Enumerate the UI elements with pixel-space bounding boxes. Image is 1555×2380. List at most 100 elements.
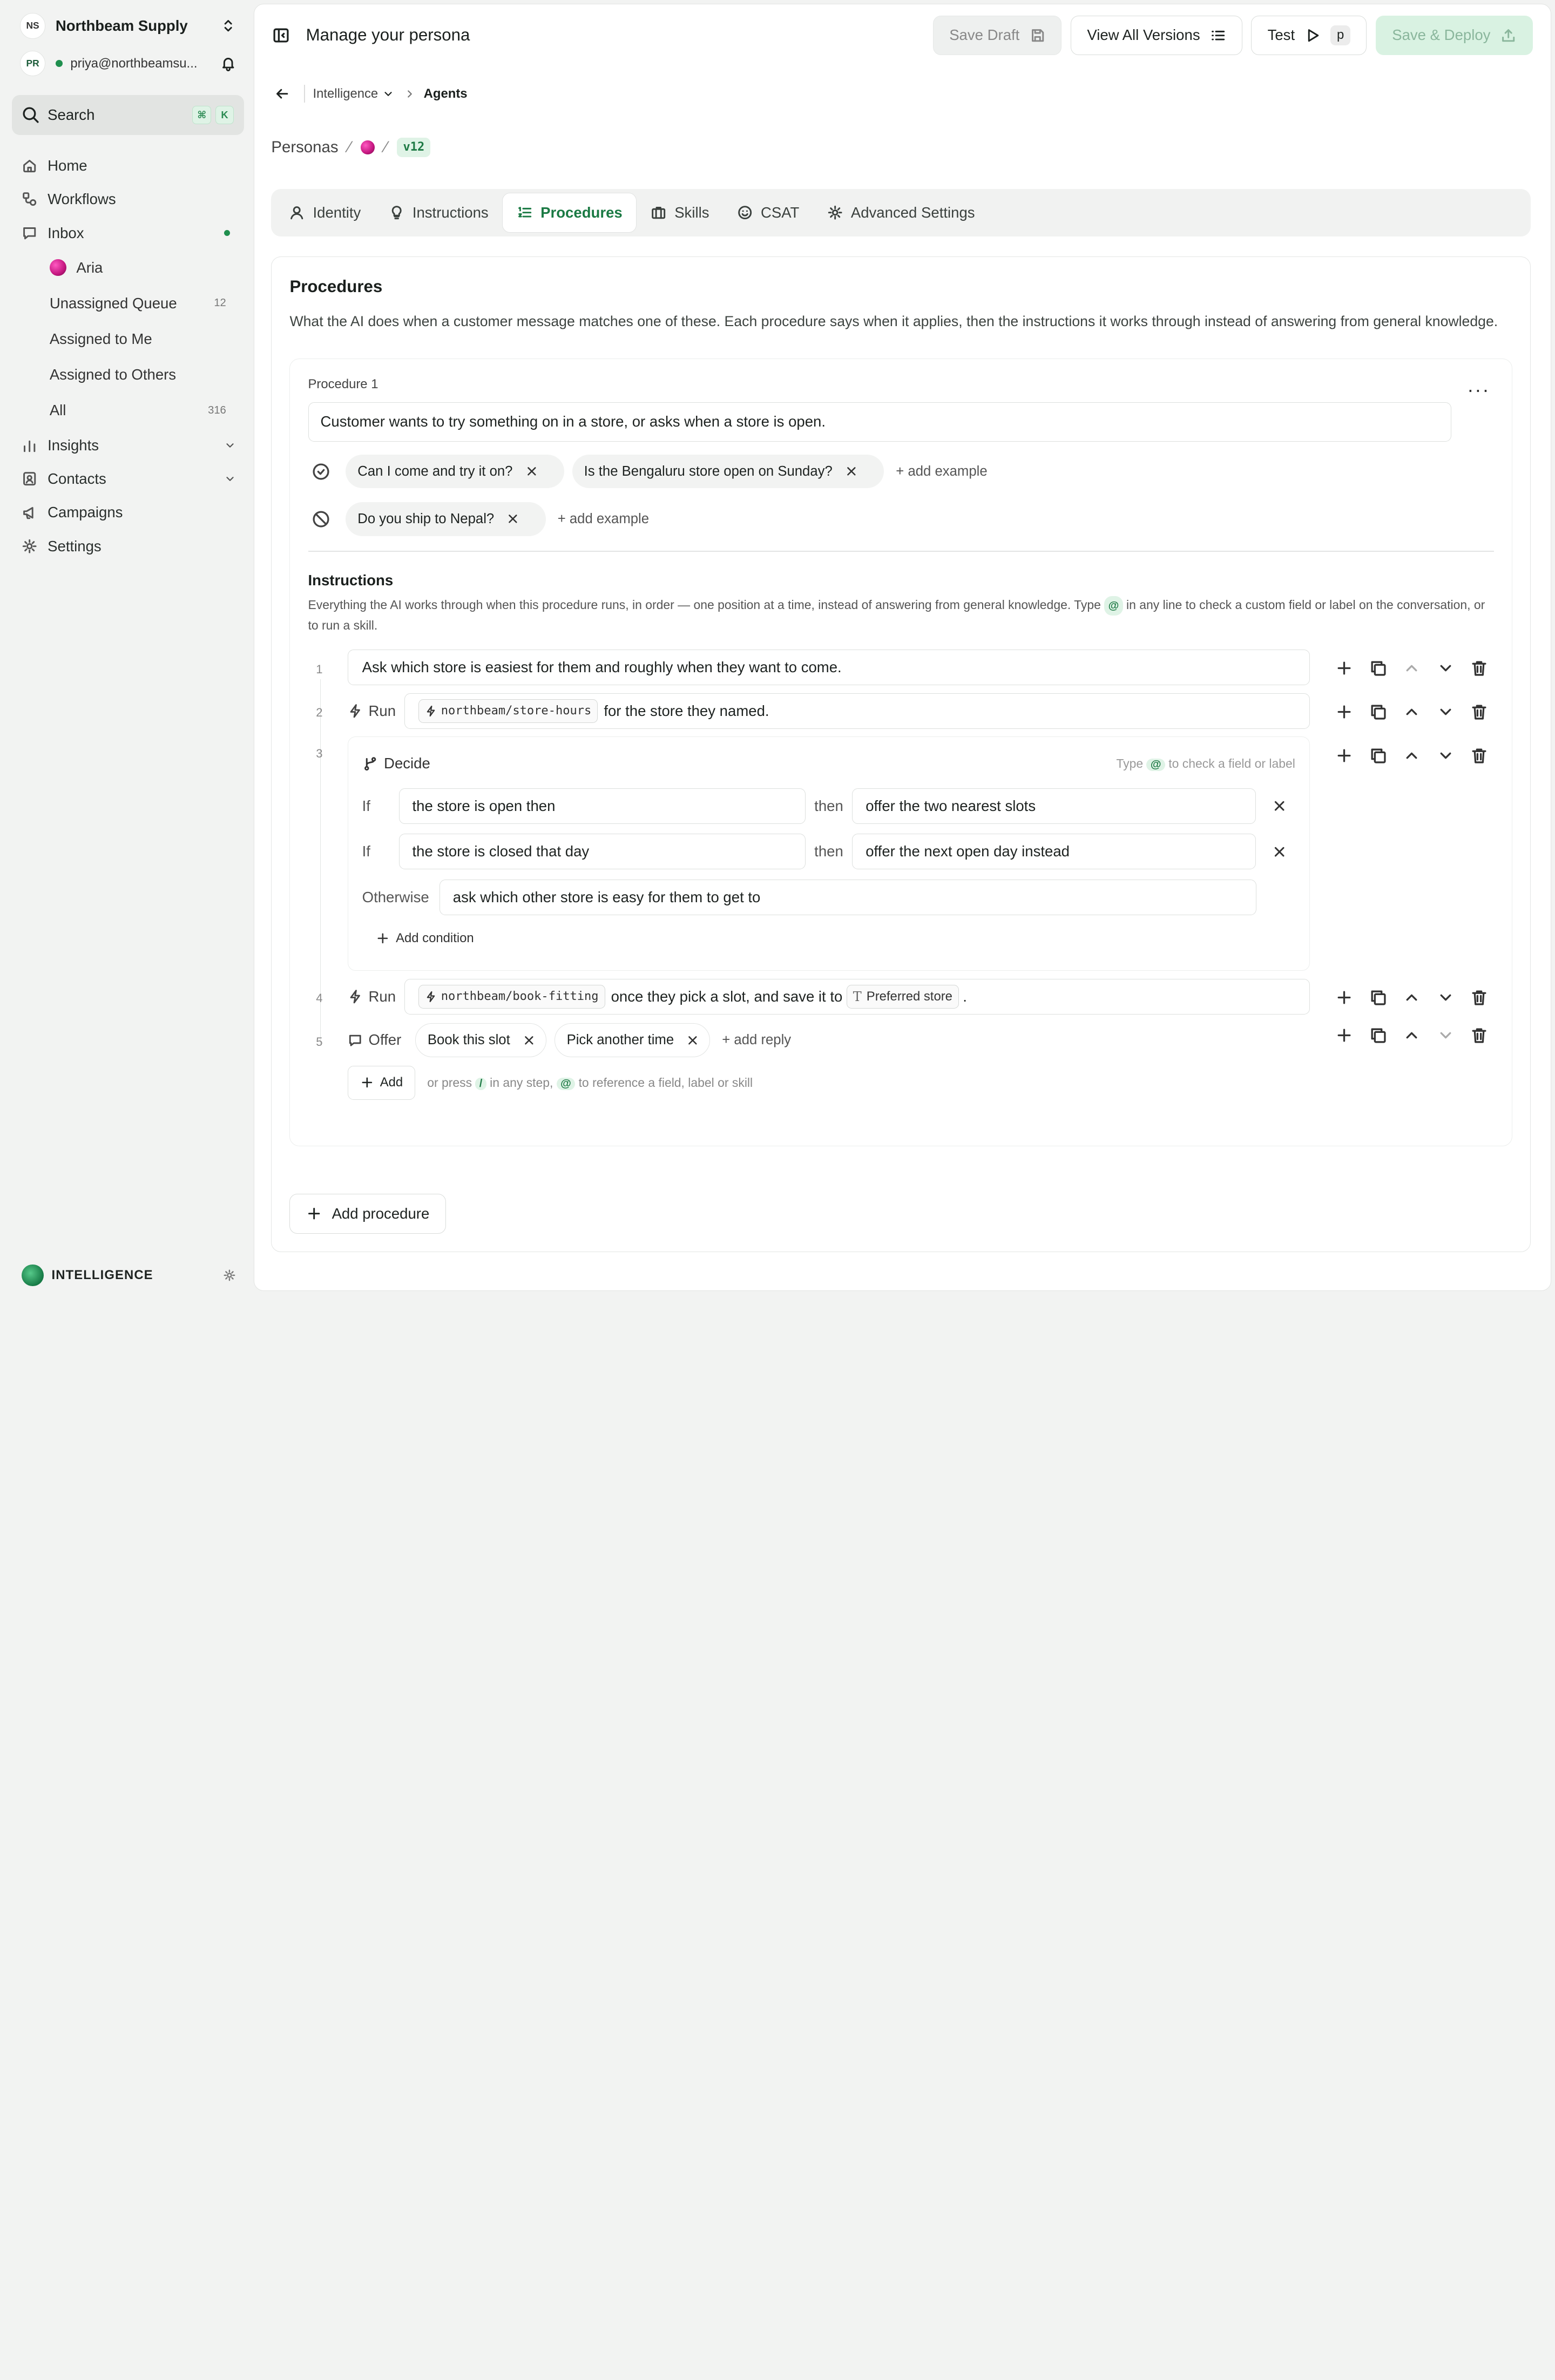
example-chip[interactable]: Do you ship to Nepal? xyxy=(346,502,546,536)
sidebar-item-home[interactable]: Home xyxy=(12,148,244,182)
search-button[interactable]: Search ⌘ K xyxy=(12,95,244,135)
user-menu[interactable]: PR priya@northbeamsu... xyxy=(12,48,244,79)
test-button[interactable]: Test p xyxy=(1251,15,1367,55)
duplicate-icon[interactable] xyxy=(1369,989,1387,1006)
run-step-input[interactable]: northbeam/store-hours for the store they… xyxy=(404,693,1310,729)
add-step-button[interactable]: Add xyxy=(347,1066,416,1100)
otherwise-input[interactable]: ask which other store is easy for them t… xyxy=(439,879,1257,915)
step-number: 4 xyxy=(316,991,323,1005)
close-icon[interactable] xyxy=(1272,798,1287,814)
procedures-card: Procedures What the AI does when a custo… xyxy=(271,256,1531,1252)
sidebar-item-campaigns[interactable]: Campaigns xyxy=(12,496,244,529)
plus-icon[interactable] xyxy=(1335,703,1353,721)
tab-instructions[interactable]: Instructions xyxy=(375,193,502,232)
add-reply-link[interactable]: + add reply xyxy=(722,1032,791,1048)
duplicate-icon[interactable] xyxy=(1369,747,1387,765)
add-condition-button[interactable]: Add condition xyxy=(376,931,1295,946)
skill-chip[interactable]: northbeam/store-hours xyxy=(418,699,598,723)
version-badge[interactable]: v12 xyxy=(397,137,431,157)
sidebar-item-label: Insights xyxy=(48,436,99,454)
sidebar-item-insights[interactable]: Insights xyxy=(12,428,244,462)
tab-csat[interactable]: CSAT xyxy=(723,193,813,232)
bell-icon[interactable] xyxy=(220,56,236,71)
view-versions-button[interactable]: View All Versions xyxy=(1070,15,1242,55)
chevron-up-icon[interactable] xyxy=(1403,659,1421,677)
inbox-item-assigned-to-me[interactable]: Assigned to Me xyxy=(12,321,244,357)
add-step-hint: or press / in any step, @ to reference a… xyxy=(427,1076,753,1090)
chevron-up-icon[interactable] xyxy=(1403,747,1421,765)
back-arrow-icon[interactable] xyxy=(274,86,290,102)
tab-identity[interactable]: Identity xyxy=(275,193,375,232)
more-options-icon[interactable]: ··· xyxy=(1467,380,1490,400)
trigger-input[interactable]: Customer wants to try something on in a … xyxy=(308,402,1452,442)
close-icon[interactable] xyxy=(844,464,858,478)
chevron-down-icon[interactable] xyxy=(1437,703,1455,721)
trash-icon[interactable] xyxy=(1470,747,1488,765)
save-deploy-button[interactable]: Save & Deploy xyxy=(1375,15,1533,55)
offer-row: Offer Book this slot Pick another time +… xyxy=(348,1022,1310,1058)
chevron-down-icon[interactable] xyxy=(1437,989,1455,1006)
condition-if-input[interactable]: the store is open then xyxy=(398,788,806,824)
reply-chip[interactable]: Pick another time xyxy=(554,1023,711,1057)
chevron-down-icon[interactable] xyxy=(1437,1026,1455,1044)
field-reference-chip[interactable]: T Preferred store xyxy=(846,984,959,1009)
add-example-link[interactable]: + add example xyxy=(896,464,987,479)
run-step-input[interactable]: northbeam/book-fitting once they pick a … xyxy=(404,978,1310,1015)
chevron-down-icon[interactable] xyxy=(1437,659,1455,677)
personas-link[interactable]: Personas xyxy=(271,138,338,157)
then-keyword: then xyxy=(814,797,843,814)
condition-then-input[interactable]: offer the two nearest slots xyxy=(852,788,1256,824)
duplicate-icon[interactable] xyxy=(1369,703,1387,721)
close-icon[interactable] xyxy=(506,512,520,526)
reply-chip[interactable]: Book this slot xyxy=(415,1023,546,1057)
save-draft-button[interactable]: Save Draft xyxy=(932,15,1062,55)
add-procedure-button[interactable]: Add procedure xyxy=(289,1194,446,1234)
section-title: Procedures xyxy=(289,276,383,296)
trash-icon[interactable] xyxy=(1470,989,1488,1006)
chevron-up-icon[interactable] xyxy=(1403,1026,1421,1044)
duplicate-icon[interactable] xyxy=(1369,659,1387,677)
sidebar-item-settings[interactable]: Settings xyxy=(12,530,244,563)
gear-icon[interactable] xyxy=(223,1269,236,1282)
example-chip[interactable]: Is the Bengaluru store open on Sunday? xyxy=(572,454,884,489)
close-icon[interactable] xyxy=(522,1033,536,1047)
hint-text: or press xyxy=(427,1075,472,1090)
sidebar-item-workflows[interactable]: Workflows xyxy=(12,182,244,216)
close-icon[interactable] xyxy=(525,464,539,478)
inbox-item-aria[interactable]: Aria xyxy=(12,250,244,286)
chevron-up-icon[interactable] xyxy=(1403,703,1421,721)
trash-icon[interactable] xyxy=(1470,659,1488,677)
skill-chip[interactable]: northbeam/book-fitting xyxy=(418,984,605,1009)
plus-icon[interactable] xyxy=(1335,659,1353,677)
close-icon[interactable] xyxy=(686,1033,700,1047)
tab-skills[interactable]: Skills xyxy=(637,193,723,232)
megaphone-icon xyxy=(23,506,34,519)
breadcrumb-section[interactable]: Intelligence xyxy=(313,86,378,102)
sidebar-toggle-icon[interactable] xyxy=(272,26,290,44)
step-text-input[interactable]: Ask which store is easiest for them and … xyxy=(347,649,1310,685)
inbox-item-all[interactable]: All 316 xyxy=(12,393,244,428)
inbox-item-assigned-to-others[interactable]: Assigned to Others xyxy=(12,357,244,393)
example-chip[interactable]: Can I come and try it on? xyxy=(346,454,564,489)
tab-procedures[interactable]: Procedures xyxy=(502,193,637,233)
org-switcher[interactable]: NS Northbeam Supply xyxy=(12,10,244,42)
chevron-up-icon[interactable] xyxy=(1403,989,1421,1006)
add-example-link[interactable]: + add example xyxy=(558,511,649,527)
condition-if-input[interactable]: the store is closed that day xyxy=(398,834,806,870)
trash-icon[interactable] xyxy=(1470,703,1488,721)
condition-then-input[interactable]: offer the next open day instead xyxy=(852,834,1256,870)
chevron-down-icon[interactable] xyxy=(1437,747,1455,765)
inbox-item-unassigned[interactable]: Unassigned Queue 12 xyxy=(12,286,244,321)
chevron-down-icon[interactable] xyxy=(382,88,394,100)
sidebar-item-contacts[interactable]: Contacts xyxy=(12,462,244,496)
sidebar-item-inbox[interactable]: Inbox xyxy=(12,216,244,249)
plus-icon[interactable] xyxy=(1335,989,1353,1006)
plus-icon[interactable] xyxy=(1335,1026,1353,1044)
trash-icon[interactable] xyxy=(1470,1026,1488,1044)
negative-examples-row: Do you ship to Nepal? + add example xyxy=(308,501,1494,537)
plus-icon[interactable] xyxy=(1335,747,1353,765)
tab-advanced-settings[interactable]: Advanced Settings xyxy=(813,193,989,232)
close-icon[interactable] xyxy=(1272,844,1287,860)
sidebar-item-label: Inbox xyxy=(48,224,84,241)
duplicate-icon[interactable] xyxy=(1369,1026,1387,1044)
